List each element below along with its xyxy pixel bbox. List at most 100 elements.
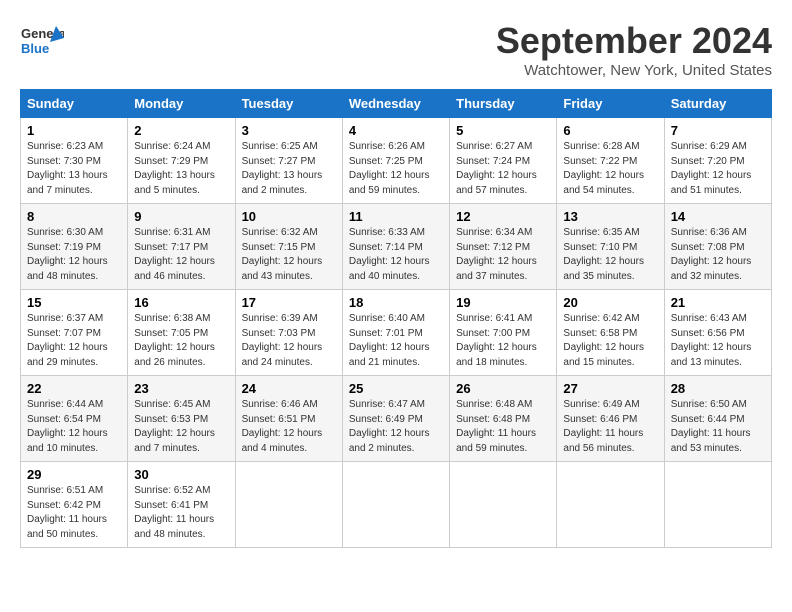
calendar-cell: 5 Sunrise: 6:27 AMSunset: 7:24 PMDaylight… (450, 118, 557, 204)
calendar-cell: 4Sunrise: 6:26 AMSunset: 7:25 PMDaylight… (342, 118, 449, 204)
calendar-cell: 7Sunrise: 6:29 AMSunset: 7:20 PMDaylight… (664, 118, 771, 204)
col-header-tuesday: Tuesday (235, 90, 342, 118)
calendar-table: SundayMondayTuesdayWednesdayThursdayFrid… (20, 89, 772, 548)
calendar-cell: 21Sunrise: 6:43 AMSunset: 6:56 PMDayligh… (664, 290, 771, 376)
day-number: 14 (671, 209, 765, 224)
day-number: 27 (563, 381, 657, 396)
day-info: Sunrise: 6:49 AMSunset: 6:46 PMDaylight:… (563, 398, 657, 456)
day-number: 25 (349, 381, 443, 396)
day-number: 18 (349, 295, 443, 310)
calendar-cell: 12 Sunrise: 6:34 AMSunset: 7:12 PMDayligh… (450, 204, 557, 290)
calendar-cell: 30 Sunrise: 6:52 AMSunset: 6:41 PMDayligh… (128, 462, 235, 548)
day-info: Sunrise: 6:27 AMSunset: 7:24 PMDaylight:… (456, 140, 550, 198)
calendar-cell: 1 Sunrise: 6:23 AMSunset: 7:30 PMDaylight… (21, 118, 128, 204)
day-number: 29 (27, 467, 121, 482)
calendar-cell: 26Sunrise: 6:48 AMSunset: 6:48 PMDayligh… (450, 376, 557, 462)
day-info: Sunrise: 6:37 AMSunset: 7:07 PMDaylight:… (27, 312, 121, 370)
logo-icon: General Blue (20, 20, 64, 64)
day-number: 13 (563, 209, 657, 224)
calendar-cell: 8 Sunrise: 6:30 AMSunset: 7:19 PMDaylight… (21, 204, 128, 290)
day-number: 5 (456, 123, 550, 138)
logo: General Blue (20, 20, 64, 64)
day-number: 21 (671, 295, 765, 310)
col-header-thursday: Thursday (450, 90, 557, 118)
day-info: Sunrise: 6:23 AMSunset: 7:30 PMDaylight:… (27, 140, 121, 198)
week-row-5: 29 Sunrise: 6:51 AMSunset: 6:42 PMDayligh… (21, 462, 772, 548)
day-number: 2 (134, 123, 228, 138)
day-info: Sunrise: 6:41 AMSunset: 7:00 PMDaylight:… (456, 312, 550, 370)
calendar-cell: 28 Sunrise: 6:50 AMSunset: 6:44 PMDayligh… (664, 376, 771, 462)
calendar-cell: 16 Sunrise: 6:38 AMSunset: 7:05 PMDayligh… (128, 290, 235, 376)
day-info: Sunrise: 6:25 AMSunset: 7:27 PMDaylight:… (242, 140, 336, 198)
day-number: 10 (242, 209, 336, 224)
day-number: 30 (134, 467, 228, 482)
day-info: Sunrise: 6:36 AMSunset: 7:08 PMDaylight:… (671, 226, 765, 284)
location: Watchtower, New York, United States (496, 62, 772, 79)
calendar-cell: 23 Sunrise: 6:45 AMSunset: 6:53 PMDayligh… (128, 376, 235, 462)
day-number: 28 (671, 381, 765, 396)
calendar-cell (342, 462, 449, 548)
day-info: Sunrise: 6:40 AMSunset: 7:01 PMDaylight:… (349, 312, 443, 370)
day-info: Sunrise: 6:35 AMSunset: 7:10 PMDaylight:… (563, 226, 657, 284)
day-info: Sunrise: 6:47 AMSunset: 6:49 PMDaylight:… (349, 398, 443, 456)
day-number: 16 (134, 295, 228, 310)
col-header-sunday: Sunday (21, 90, 128, 118)
day-number: 11 (349, 209, 443, 224)
day-info: Sunrise: 6:50 AMSunset: 6:44 PMDaylight:… (671, 398, 765, 456)
day-info: Sunrise: 6:46 AMSunset: 6:51 PMDaylight:… (242, 398, 336, 456)
day-number: 3 (242, 123, 336, 138)
day-info: Sunrise: 6:48 AMSunset: 6:48 PMDaylight:… (456, 398, 550, 456)
calendar-cell: 14 Sunrise: 6:36 AMSunset: 7:08 PMDayligh… (664, 204, 771, 290)
day-info: Sunrise: 6:44 AMSunset: 6:54 PMDaylight:… (27, 398, 121, 456)
calendar-cell: 13 Sunrise: 6:35 AMSunset: 7:10 PMDayligh… (557, 204, 664, 290)
col-header-saturday: Saturday (664, 90, 771, 118)
header-row: SundayMondayTuesdayWednesdayThursdayFrid… (21, 90, 772, 118)
calendar-cell (557, 462, 664, 548)
calendar-cell: 2 Sunrise: 6:24 AMSunset: 7:29 PMDaylight… (128, 118, 235, 204)
calendar-cell: 25 Sunrise: 6:47 AMSunset: 6:49 PMDayligh… (342, 376, 449, 462)
col-header-wednesday: Wednesday (342, 90, 449, 118)
title-block: September 2024 Watchtower, New York, Uni… (496, 20, 772, 79)
day-info: Sunrise: 6:24 AMSunset: 7:29 PMDaylight:… (134, 140, 228, 198)
day-info: Sunrise: 6:38 AMSunset: 7:05 PMDaylight:… (134, 312, 228, 370)
day-number: 15 (27, 295, 121, 310)
calendar-cell: 10 Sunrise: 6:32 AMSunset: 7:15 PMDayligh… (235, 204, 342, 290)
day-info: Sunrise: 6:31 AMSunset: 7:17 PMDaylight:… (134, 226, 228, 284)
day-number: 1 (27, 123, 121, 138)
day-number: 12 (456, 209, 550, 224)
page-header: General Blue September 2024 Watchtower, … (20, 20, 772, 79)
col-header-monday: Monday (128, 90, 235, 118)
calendar-cell (664, 462, 771, 548)
calendar-cell: 17 Sunrise: 6:39 AMSunset: 7:03 PMDayligh… (235, 290, 342, 376)
day-number: 7 (671, 123, 765, 138)
day-info: Sunrise: 6:51 AMSunset: 6:42 PMDaylight:… (27, 484, 121, 542)
col-header-friday: Friday (557, 90, 664, 118)
day-info: Sunrise: 6:39 AMSunset: 7:03 PMDaylight:… (242, 312, 336, 370)
calendar-cell (235, 462, 342, 548)
day-number: 8 (27, 209, 121, 224)
day-info: Sunrise: 6:30 AMSunset: 7:19 PMDaylight:… (27, 226, 121, 284)
day-info: Sunrise: 6:26 AMSunset: 7:25 PMDaylight:… (349, 140, 443, 198)
svg-text:Blue: Blue (21, 41, 49, 56)
day-number: 23 (134, 381, 228, 396)
day-info: Sunrise: 6:42 AMSunset: 6:58 PMDaylight:… (563, 312, 657, 370)
calendar-cell: 29 Sunrise: 6:51 AMSunset: 6:42 PMDayligh… (21, 462, 128, 548)
calendar-cell: 11Sunrise: 6:33 AMSunset: 7:14 PMDayligh… (342, 204, 449, 290)
day-info: Sunrise: 6:52 AMSunset: 6:41 PMDaylight:… (134, 484, 228, 542)
day-info: Sunrise: 6:34 AMSunset: 7:12 PMDaylight:… (456, 226, 550, 284)
calendar-cell (450, 462, 557, 548)
day-info: Sunrise: 6:32 AMSunset: 7:15 PMDaylight:… (242, 226, 336, 284)
day-info: Sunrise: 6:45 AMSunset: 6:53 PMDaylight:… (134, 398, 228, 456)
day-number: 9 (134, 209, 228, 224)
day-number: 17 (242, 295, 336, 310)
week-row-1: 1 Sunrise: 6:23 AMSunset: 7:30 PMDaylight… (21, 118, 772, 204)
calendar-cell: 9 Sunrise: 6:31 AMSunset: 7:17 PMDaylight… (128, 204, 235, 290)
week-row-4: 22Sunrise: 6:44 AMSunset: 6:54 PMDayligh… (21, 376, 772, 462)
calendar-cell: 18 Sunrise: 6:40 AMSunset: 7:01 PMDayligh… (342, 290, 449, 376)
month-title: September 2024 (496, 20, 772, 62)
calendar-cell: 3 Sunrise: 6:25 AMSunset: 7:27 PMDaylight… (235, 118, 342, 204)
calendar-cell: 22Sunrise: 6:44 AMSunset: 6:54 PMDayligh… (21, 376, 128, 462)
day-number: 24 (242, 381, 336, 396)
week-row-3: 15 Sunrise: 6:37 AMSunset: 7:07 PMDayligh… (21, 290, 772, 376)
calendar-cell: 24 Sunrise: 6:46 AMSunset: 6:51 PMDayligh… (235, 376, 342, 462)
